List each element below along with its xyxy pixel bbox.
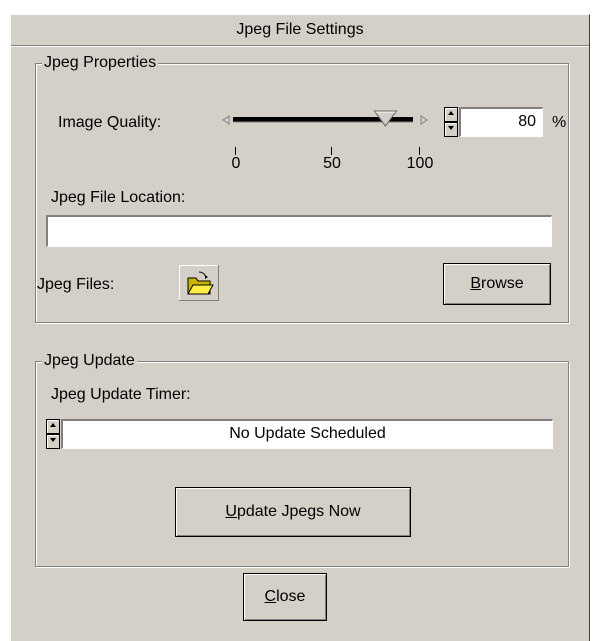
quality-value-field[interactable]: 80 <box>459 107 543 137</box>
spin-down-arrow-icon <box>50 438 56 442</box>
jpeg-update-timer-label: Jpeg Update Timer: <box>51 386 191 403</box>
close-button[interactable]: Close <box>243 573 327 621</box>
jpeg-settings-dialog: Jpeg File Settings Jpeg Properties Image… <box>10 14 590 641</box>
tick-0 <box>235 147 236 155</box>
open-folder-icon <box>179 265 219 301</box>
jpeg-file-location-input[interactable] <box>46 215 552 247</box>
spin-up-arrow-icon <box>50 423 56 427</box>
jpeg-files-label: Jpeg Files: <box>37 276 115 293</box>
timer-spin-down[interactable] <box>46 434 60 449</box>
tick-label-50: 50 <box>323 155 341 172</box>
image-quality-slider[interactable]: 0 50 100 <box>221 107 443 172</box>
update-jpegs-now-label: pdate Jpegs Now <box>236 503 361 520</box>
quality-spinner[interactable] <box>444 107 458 137</box>
open-folder-button[interactable] <box>179 265 219 301</box>
jpeg-file-location-label: Jpeg File Location: <box>51 189 186 206</box>
slider-track <box>222 110 428 127</box>
jpeg-properties-legend: Jpeg Properties <box>42 53 159 73</box>
close-accelerator: C <box>264 588 277 605</box>
dialog-title: Jpeg File Settings <box>11 15 589 46</box>
timer-spinner[interactable] <box>46 419 60 449</box>
tick-label-0: 0 <box>231 155 241 172</box>
tick-100 <box>419 147 420 155</box>
update-jpegs-now-button[interactable]: Update Jpegs Now <box>175 487 411 537</box>
browse-button[interactable]: Browse <box>443 263 551 305</box>
slider-right-arrow-icon <box>420 115 428 125</box>
slider-left-arrow-icon <box>222 115 230 125</box>
tick-50 <box>331 147 332 155</box>
quality-value: 80 <box>518 113 536 130</box>
timer-spin-up[interactable] <box>46 419 60 434</box>
browse-accelerator: B <box>470 275 481 292</box>
spin-down-arrow-icon <box>448 126 454 130</box>
update-accelerator: U <box>225 503 237 520</box>
quality-unit: % <box>552 114 567 131</box>
close-label: lose <box>276 588 306 605</box>
image-quality-label: Image Quality: <box>58 114 162 131</box>
quality-spin-up[interactable] <box>444 107 458 122</box>
tick-label-100: 100 <box>406 155 434 172</box>
spin-up-arrow-icon <box>448 111 454 115</box>
browse-label: rowse <box>480 275 524 292</box>
jpeg-update-timer-field[interactable]: No Update Scheduled <box>61 419 553 449</box>
jpeg-update-timer-value: No Update Scheduled <box>229 425 386 442</box>
quality-spin-down[interactable] <box>444 122 458 137</box>
jpeg-update-legend: Jpeg Update <box>42 351 137 371</box>
